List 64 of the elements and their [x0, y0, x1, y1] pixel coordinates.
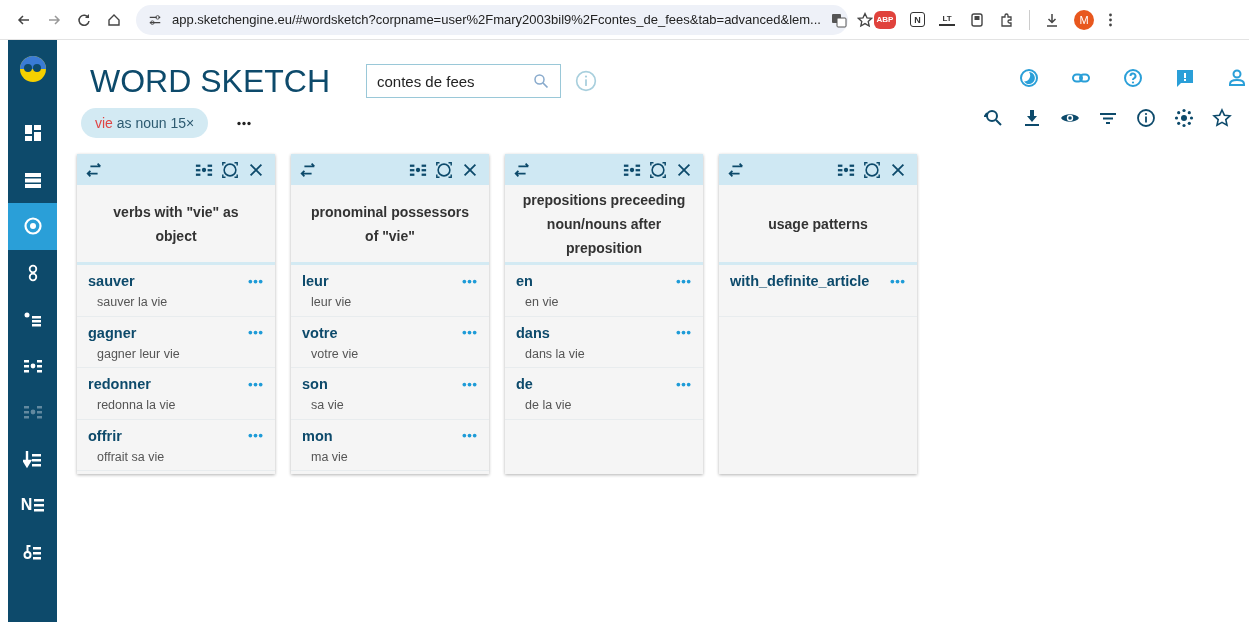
site-settings-icon[interactable]: [148, 12, 162, 27]
adblock-extension-icon[interactable]: ABP: [874, 10, 896, 29]
help-icon[interactable]: [1123, 68, 1143, 88]
lemma-chip[interactable]: vie as noun 15×: [81, 108, 209, 138]
collocate-link[interactable]: offrir: [88, 427, 122, 444]
target-icon: [22, 216, 43, 237]
notion-extension-icon[interactable]: N: [910, 12, 925, 27]
more-icon[interactable]: [236, 120, 253, 126]
menu-icon[interactable]: [1108, 11, 1113, 28]
card-title: verbs with "vie" as object: [112, 202, 240, 246]
profile-avatar[interactable]: M: [1074, 9, 1094, 30]
example-text: ma vie: [311, 449, 349, 464]
focus-icon[interactable]: [435, 160, 453, 179]
star-icon[interactable]: [1212, 108, 1232, 128]
focus-icon[interactable]: [863, 160, 881, 179]
card-title: prepositions preceeding noun/nouns after preposition: [521, 190, 687, 258]
url-text: app.sketchengine.eu/#wordsketch?corpname=user%2Fmary2003bil9%2Fcontes_de_fees&tab=advanced&lem...: [172, 12, 821, 27]
star-icon[interactable]: [856, 11, 873, 28]
page-title: WORD SKETCH: [90, 62, 330, 100]
example-text: sa vie: [311, 398, 345, 412]
swap-icon[interactable]: [513, 160, 531, 179]
card-title: usage patterns: [768, 214, 868, 234]
focus-icon[interactable]: [221, 160, 239, 179]
collocate-link[interactable]: with_definite_article: [730, 273, 870, 289]
collocate-link[interactable]: son: [302, 376, 328, 392]
example-text: offrait sa vie: [97, 449, 166, 464]
logo-icon[interactable]: [17, 54, 48, 84]
download-icon[interactable]: [1044, 11, 1060, 28]
extensions-icon[interactable]: [999, 11, 1015, 28]
example-text: redonna la vie: [97, 398, 177, 412]
sort-down-list-icon: [22, 448, 43, 469]
user-icon[interactable]: [1227, 68, 1247, 88]
example-text: en vie: [525, 295, 560, 309]
swap-icon[interactable]: [85, 160, 103, 179]
example-text: de la vie: [525, 398, 573, 412]
collocate-link[interactable]: gagner: [88, 324, 137, 341]
collocate-link[interactable]: dans: [516, 324, 550, 341]
swap-icon[interactable]: [727, 160, 745, 179]
card-title: pronominal possessors of "vie": [310, 202, 470, 246]
dot-cluster-icon[interactable]: [1174, 108, 1194, 128]
search-field[interactable]: contes de fees: [366, 64, 561, 98]
focus-icon[interactable]: [649, 160, 667, 179]
feedback-icon[interactable]: [1175, 68, 1195, 88]
translate-icon[interactable]: [830, 11, 847, 28]
collocate-link[interactable]: de: [516, 376, 533, 392]
collocate-link[interactable]: leur: [302, 273, 329, 289]
example-text: gagner leur vie: [97, 346, 181, 361]
clipboard-extension-icon[interactable]: [969, 11, 985, 28]
info-icon[interactable]: [1136, 108, 1156, 128]
collocate-link[interactable]: mon: [302, 427, 333, 444]
download-icon[interactable]: [1022, 108, 1042, 128]
example-text: dans la vie: [525, 346, 586, 361]
example-text: leur vie: [311, 295, 353, 309]
collocate-link[interactable]: sauver: [88, 273, 135, 289]
example-text: votre vie: [311, 346, 360, 361]
collocate-link[interactable]: en: [516, 273, 533, 289]
collocate-link[interactable]: votre: [302, 324, 338, 341]
theme-icon[interactable]: [1019, 68, 1039, 88]
sidebar-item[interactable]: N: [8, 482, 57, 529]
example-text: sauver la vie: [97, 295, 169, 309]
zoom-reset-icon[interactable]: [984, 108, 1004, 128]
collocate-link[interactable]: redonner: [88, 376, 151, 392]
dashboard-icon: [22, 123, 43, 144]
swap-icon[interactable]: [299, 160, 317, 179]
